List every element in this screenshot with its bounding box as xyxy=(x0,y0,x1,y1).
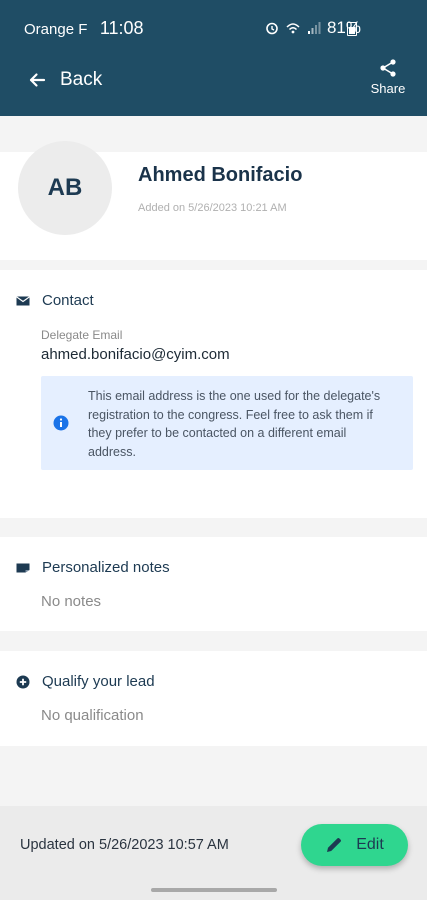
qualify-card: Qualify your lead No qualification xyxy=(0,651,427,746)
contact-section-title: Contact xyxy=(16,292,94,309)
info-icon xyxy=(53,415,69,431)
qualify-value: No qualification xyxy=(41,707,144,724)
avatar: AB xyxy=(18,141,112,235)
updated-timestamp: Updated on 5/26/2023 10:57 AM xyxy=(20,837,229,853)
email-value[interactable]: ahmed.bonifacio@cyim.com xyxy=(41,346,230,363)
edit-button[interactable]: Edit xyxy=(301,824,408,866)
info-box: This email address is the one used for t… xyxy=(41,376,413,470)
share-label: Share xyxy=(370,81,406,96)
email-label: Delegate Email xyxy=(41,328,123,342)
arrow-left-icon xyxy=(29,73,46,87)
status-left: Orange F 11:08 xyxy=(24,18,144,39)
profile-card: AB Ahmed Bonifacio Added on 5/26/2023 10… xyxy=(0,141,427,260)
notes-value: No notes xyxy=(41,593,102,610)
alarm-icon xyxy=(266,22,278,35)
battery-icon xyxy=(347,22,357,36)
pencil-icon xyxy=(327,838,342,852)
back-label: Back xyxy=(60,69,103,90)
profile-name: Ahmed Bonifacio xyxy=(138,164,303,186)
signal-icon xyxy=(307,22,321,34)
qualify-section-title: Qualify your lead xyxy=(16,673,155,690)
add-circle-icon xyxy=(16,675,30,688)
profile-added-date: Added on 5/26/2023 10:21 AM xyxy=(138,202,287,214)
share-icon xyxy=(380,59,396,77)
status-bar: Orange F 11:08 81% xyxy=(0,0,427,56)
notes-card: Personalized notes No notes xyxy=(0,537,427,631)
notes-title: Personalized notes xyxy=(42,559,170,576)
home-indicator[interactable] xyxy=(151,888,277,892)
mail-icon xyxy=(16,295,30,305)
avatar-initials: AB xyxy=(47,174,83,201)
contact-title: Contact xyxy=(42,292,94,309)
qualify-title: Qualify your lead xyxy=(42,673,155,690)
edit-label: Edit xyxy=(356,836,384,853)
contact-card: Contact Delegate Email ahmed.bonifacio@c… xyxy=(0,270,427,518)
share-button[interactable]: Share xyxy=(369,58,407,96)
notes-section-title: Personalized notes xyxy=(16,559,170,576)
info-text: This email address is the one used for t… xyxy=(88,389,381,459)
carrier-name: Orange F xyxy=(24,21,88,38)
note-icon xyxy=(16,563,30,572)
back-button[interactable]: Back xyxy=(28,64,102,96)
clock-time: 11:08 xyxy=(99,18,144,38)
wifi-calling-icon xyxy=(286,23,300,34)
footer-bar: Updated on 5/26/2023 10:57 AM Edit xyxy=(0,806,427,900)
app-header: Orange F 11:08 81% Back Share xyxy=(0,0,427,116)
